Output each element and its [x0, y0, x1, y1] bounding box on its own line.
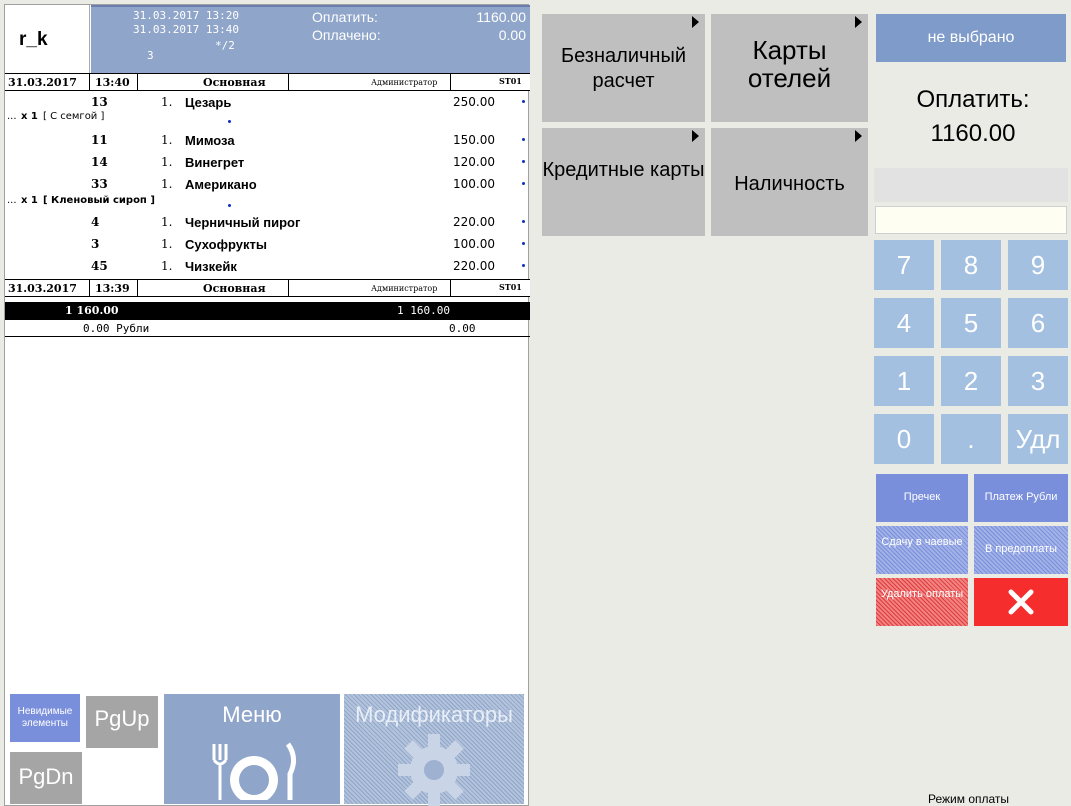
order-item[interactable]: 4 1. Черничный пирог 220.00 — [5, 215, 530, 231]
order-header: 31.03.2017 13:39 Основная Администратор … — [5, 279, 530, 297]
item-modifier[interactable]: ... x 1 [ Кленовый сироп ] — [5, 195, 530, 211]
item-dot-icon — [228, 204, 231, 207]
order-guests: 3 — [147, 49, 154, 62]
order-station: ST01 — [499, 76, 522, 86]
menu-label: Меню — [222, 702, 282, 727]
key-9[interactable]: 9 — [1008, 240, 1068, 290]
key-7[interactable]: 7 — [874, 240, 934, 290]
cancel-button[interactable] — [974, 578, 1068, 626]
plate-cutlery-icon — [212, 742, 296, 800]
rest-left: 0.00 Рубли — [83, 322, 150, 335]
selected-payment-button[interactable]: не выбрано — [876, 14, 1066, 62]
order-admin: Администратор — [371, 78, 438, 87]
order-name: Основная — [203, 76, 266, 89]
order-opened: 31.03.2017 13:20 — [133, 9, 239, 22]
order-date: 31.03.2017 — [8, 76, 77, 89]
close-icon — [1008, 589, 1034, 615]
pos-payment-screen: r_k 31.03.2017 13:20 31.03.2017 13:40 3 … — [0, 0, 1071, 806]
key-1[interactable]: 1 — [874, 356, 934, 406]
payment-type-cashless[interactable]: Безналичный расчет — [542, 14, 705, 122]
order-updated: 31.03.2017 13:40 — [133, 23, 239, 36]
invisible-elements-button[interactable]: Невидимые элементы — [10, 694, 80, 742]
order-panel: r_k 31.03.2017 13:20 31.03.2017 13:40 3 … — [4, 4, 530, 806]
order-date: 31.03.2017 — [8, 282, 77, 295]
total-bar: 1 160.00 1 160.00 — [5, 302, 530, 320]
delete-payments-button[interactable]: Удалить оплаты — [876, 578, 968, 626]
rest-right: 0.00 — [449, 322, 476, 335]
paid-value: 0.00 — [498, 27, 526, 43]
amount-input[interactable] — [875, 206, 1067, 234]
pgdn-button[interactable]: PgDn — [10, 752, 82, 804]
change-to-tips-button[interactable]: Сдачу в чаевые — [876, 526, 968, 574]
order-table: */2 — [215, 39, 235, 52]
order-item[interactable]: 13 1. Цезарь 250.00 — [5, 95, 530, 111]
order-item[interactable]: 33 1. Американо 100.00 — [5, 177, 530, 193]
key-dot[interactable]: . — [941, 414, 1001, 464]
payment-type-hotel-cards[interactable]: Карты отелей — [711, 14, 868, 122]
key-0[interactable]: 0 — [874, 414, 934, 464]
order-time: 13:39 — [95, 282, 130, 295]
order-item[interactable]: 11 1. Мимоза 150.00 — [5, 133, 530, 149]
order-header: 31.03.2017 13:40 Основная Администратор … — [5, 73, 530, 91]
key-5[interactable]: 5 — [941, 298, 1001, 348]
key-8[interactable]: 8 — [941, 240, 1001, 290]
item-dot-icon — [228, 120, 231, 123]
order-time: 13:40 — [95, 76, 130, 89]
total-left: 1 160.00 — [65, 304, 119, 317]
paid-label: Оплачено: — [312, 27, 381, 43]
rest-row: 0.00 Рубли 0.00 — [5, 320, 530, 337]
pay-rubles-button[interactable]: Платеж Рубли — [974, 474, 1068, 522]
payment-type-cash[interactable]: Наличность — [711, 128, 868, 236]
order-station: ST01 — [499, 282, 522, 292]
user-name: r_k — [19, 29, 48, 50]
total-right: 1 160.00 — [397, 304, 450, 317]
amount-due-value: 1160.00 — [930, 120, 1016, 147]
order-item[interactable]: 3 1. Сухофрукты 100.00 — [5, 237, 530, 253]
modifiers-label: Модификаторы — [355, 702, 513, 727]
key-4[interactable]: 4 — [874, 298, 934, 348]
item-dot-icon — [522, 220, 525, 223]
key-2[interactable]: 2 — [941, 356, 1001, 406]
item-dot-icon — [522, 100, 525, 103]
to-pay-label: Оплатить: — [312, 9, 378, 25]
order-info: 31.03.2017 13:20 31.03.2017 13:40 3 */2 — [91, 5, 309, 73]
pgup-button[interactable]: PgUp — [86, 696, 158, 748]
key-3[interactable]: 3 — [1008, 356, 1068, 406]
menu-button[interactable]: Меню — [164, 694, 340, 804]
item-modifier[interactable]: ... x 1 [ С семгой ] — [5, 111, 530, 127]
mode-label: Режим оплаты — [928, 792, 1010, 806]
item-dot-icon — [522, 242, 525, 245]
submenu-arrow-icon — [692, 130, 699, 142]
submenu-arrow-icon — [855, 130, 862, 142]
submenu-arrow-icon — [692, 16, 699, 28]
payment-type-credit-cards[interactable]: Кредитные карты — [542, 128, 705, 236]
item-dot-icon — [522, 182, 525, 185]
item-dot-icon — [522, 160, 525, 163]
to-prepayment-button[interactable]: В предоплаты — [974, 526, 1068, 574]
key-delete[interactable]: Удл — [1008, 414, 1068, 464]
order-admin: Администратор — [371, 284, 438, 293]
item-dot-icon — [522, 138, 525, 141]
modifiers-button[interactable]: Модификаторы — [344, 694, 524, 806]
precheck-button[interactable]: Пречек — [876, 474, 968, 522]
order-name: Основная — [203, 282, 266, 295]
gear-icon — [398, 734, 470, 806]
pay-info: Оплатить: 1160.00 Оплачено: 0.00 — [309, 5, 530, 73]
amount-due-label: Оплатить: — [916, 86, 1030, 113]
submenu-arrow-icon — [855, 16, 862, 28]
order-item[interactable]: 45 1. Чизкейк 220.00 — [5, 259, 530, 275]
order-item[interactable]: 14 1. Винегрет 120.00 — [5, 155, 530, 171]
item-dot-icon — [522, 264, 525, 267]
to-pay-value: 1160.00 — [476, 9, 526, 25]
key-6[interactable]: 6 — [1008, 298, 1068, 348]
info-strip — [874, 168, 1068, 202]
user-box: r_k — [5, 5, 90, 73]
